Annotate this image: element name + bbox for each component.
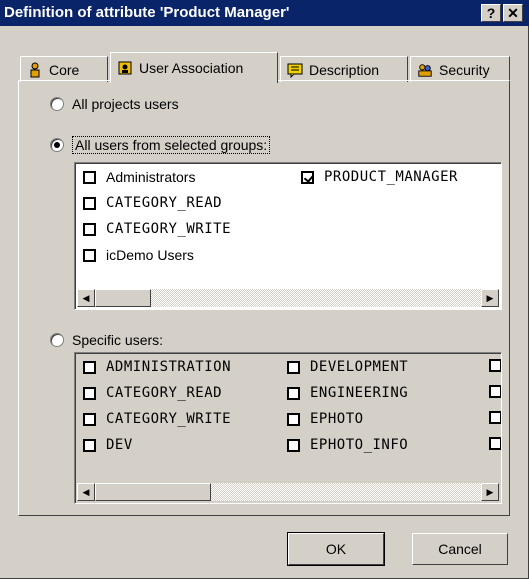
tab-description[interactable]: Description [280,56,408,82]
checkbox[interactable] [287,412,300,426]
checkbox[interactable] [83,196,96,210]
group-item[interactable]: CATEGORY_WRITE [83,221,231,237]
user-item-label: ENGINEERING [310,385,409,401]
checkbox[interactable] [83,170,96,184]
user-item[interactable]: EPHOTO_INFO [287,437,408,453]
user-item-label: DEVELOPMENT [310,359,409,375]
user-item[interactable]: EPHOTO [287,411,364,427]
scrollbar-thumb[interactable] [95,483,211,501]
radio-all-users-from-groups[interactable]: All users from selected groups: [50,136,271,154]
group-item-label: icDemo Users [106,247,194,263]
radio-circle [50,97,64,111]
checkbox[interactable] [287,360,300,374]
user-item-label: ADMINISTRATION [106,359,232,375]
scroll-right-arrow-icon[interactable]: ▶ [481,483,499,501]
radio-specific-users-label: Specific users: [72,332,164,348]
checkbox[interactable] [287,386,300,400]
scroll-right-arrow-icon[interactable]: ▶ [481,289,499,307]
user-item[interactable]: DEV [83,437,133,453]
user-item-partial[interactable] [489,437,501,450]
user-item[interactable]: DEVELOPMENT [287,359,408,375]
user-item[interactable]: ADMINISTRATION [83,359,231,375]
groups-horizontal-scrollbar[interactable]: ◀ ▶ [77,289,499,307]
tab-security[interactable]: Security [410,56,510,82]
scrollbar-thumb[interactable] [95,289,151,307]
group-item[interactable]: CATEGORY_READ [83,195,222,211]
group-item-label: Administrators [106,169,196,185]
checkbox[interactable] [489,359,501,372]
user-item-label: EPHOTO [310,411,364,427]
person-icon [27,62,43,78]
users-horizontal-scrollbar[interactable]: ◀ ▶ [77,483,499,501]
close-button[interactable]: ✕ [503,4,523,22]
description-icon [287,62,303,78]
checkbox[interactable] [489,385,501,398]
radio-all-projects-users-label: All projects users [72,96,179,112]
user-item-partial[interactable] [489,411,501,424]
radio-all-projects-users[interactable]: All projects users [50,96,179,112]
group-item[interactable]: Administrators [83,169,195,185]
group-item-label: CATEGORY_READ [106,195,223,211]
tab-user-association-label: User Association [139,60,244,76]
tab-core[interactable]: Core [20,56,108,82]
checkbox[interactable] [287,438,300,452]
checkbox-checked[interactable] [301,170,314,184]
checkbox[interactable] [83,412,96,426]
tab-user-association[interactable]: User Association [110,52,278,83]
tab-description-label: Description [309,61,380,78]
user-item[interactable]: ENGINEERING [287,385,408,401]
group-item-label: CATEGORY_WRITE [106,221,232,237]
help-button[interactable]: ? [481,4,501,22]
checkbox[interactable] [83,248,96,262]
user-item-label: CATEGORY_READ [106,385,223,401]
scroll-left-arrow-icon[interactable]: ◀ [77,483,95,501]
security-icon [417,62,433,78]
title-bar[interactable]: Definition of attribute 'Product Manager… [0,0,529,26]
group-item[interactable]: icDemo Users [83,247,194,263]
ok-button[interactable]: OK [287,532,385,566]
checkbox[interactable] [83,438,96,452]
user-item-label: DEV [106,437,133,453]
checkbox[interactable] [83,360,96,374]
radio-circle [50,333,64,347]
checkbox[interactable] [83,222,96,236]
user-item-partial[interactable] [489,359,501,372]
user-item[interactable]: CATEGORY_READ [83,385,222,401]
user-item-label: CATEGORY_WRITE [106,411,232,427]
group-item-label: PRODUCT_MANAGER [324,169,458,185]
users-listbox[interactable]: ADMINISTRATION CATEGORY_READ CATEGORY_WR… [74,352,502,504]
user-item-partial[interactable] [489,385,501,398]
user-association-icon [117,60,133,76]
user-item-label: EPHOTO_INFO [310,437,409,453]
user-item[interactable]: CATEGORY_WRITE [83,411,231,427]
radio-circle [50,138,64,152]
tab-core-label: Core [49,61,80,78]
group-item[interactable]: PRODUCT_MANAGER [301,169,458,185]
scroll-left-arrow-icon[interactable]: ◀ [77,289,95,307]
tab-security-label: Security [439,61,490,78]
radio-all-users-from-groups-label: All users from selected groups: [72,136,271,154]
dialog-title: Definition of attribute 'Product Manager… [4,4,290,21]
radio-specific-users[interactable]: Specific users: [50,332,163,348]
checkbox[interactable] [83,386,96,400]
cancel-button[interactable]: Cancel [412,533,508,565]
groups-listbox[interactable]: Administrators CATEGORY_READ CATEGORY_WR… [74,162,502,310]
checkbox[interactable] [489,411,501,424]
attribute-definition-dialog: Definition of attribute 'Product Manager… [0,0,529,579]
checkbox[interactable] [489,437,501,450]
